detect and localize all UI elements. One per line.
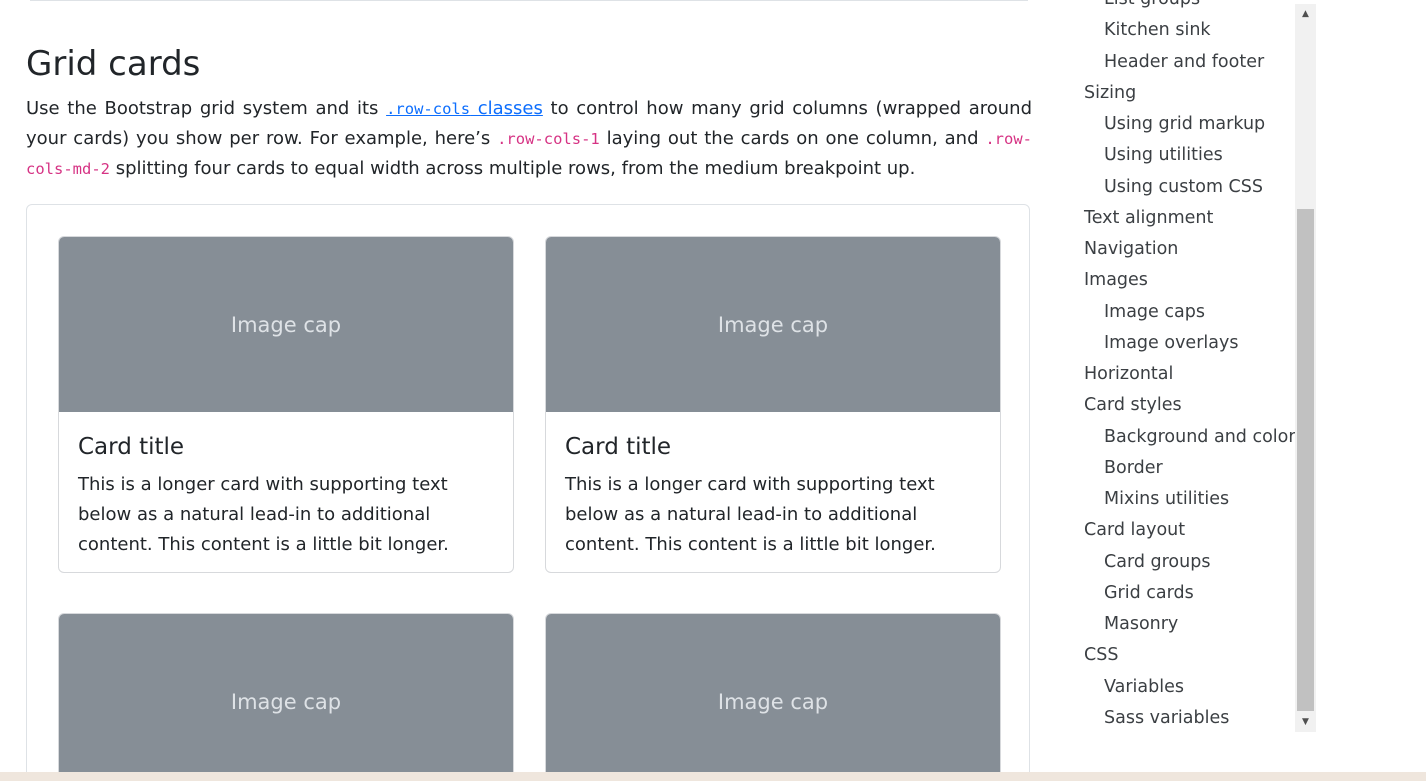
triangle-down-icon: ▼ xyxy=(1302,717,1309,727)
description-text: laying out the cards on one column, and xyxy=(599,128,986,149)
main-content: Grid cards Use the Bootstrap grid system… xyxy=(26,40,1032,184)
toc-item-using-utilities[interactable]: Using utilities xyxy=(1104,144,1223,166)
toc-item-using-grid-markup[interactable]: Using grid markup xyxy=(1104,113,1265,135)
toc-item-kitchen-sink[interactable]: Kitchen sink xyxy=(1104,19,1211,41)
image-cap: Image cap xyxy=(59,614,513,781)
example-box: Image cap Card title This is a longer ca… xyxy=(26,204,1030,781)
toc-item-css[interactable]: CSS xyxy=(1084,644,1118,666)
card: Image cap xyxy=(58,613,514,781)
image-cap: Image cap xyxy=(546,237,1000,412)
card-text: This is a longer card with supporting te… xyxy=(78,474,449,555)
docs-page: Grid cards Use the Bootstrap grid system… xyxy=(0,0,1426,781)
toc-item-mixins-utilities[interactable]: Mixins utilities xyxy=(1104,488,1229,510)
toc-item-grid-cards[interactable]: Grid cards xyxy=(1104,582,1194,604)
image-cap-label: Image cap xyxy=(717,312,829,337)
section-description: Use the Bootstrap grid system and its .r… xyxy=(26,94,1032,184)
toc-item-using-custom-css[interactable]: Using custom CSS xyxy=(1104,176,1263,198)
card-body: Card title This is a longer card with su… xyxy=(59,412,513,572)
toc-item-image-overlays[interactable]: Image overlays xyxy=(1104,332,1238,354)
row-cols-link-code: .row-cols xyxy=(386,100,471,118)
toc-item-sizing[interactable]: Sizing xyxy=(1084,82,1136,104)
image-cap-label: Image cap xyxy=(230,689,342,714)
toc-item-masonry[interactable]: Masonry xyxy=(1104,613,1178,635)
taskbar-edge xyxy=(0,772,1426,781)
toc-item-card-layout[interactable]: Card layout xyxy=(1084,519,1185,541)
card-text: This is a longer card with supporting te… xyxy=(565,474,936,555)
toc-item-list-groups[interactable]: List groups xyxy=(1104,0,1200,10)
scroll-up-button[interactable]: ▲ xyxy=(1295,4,1316,24)
toc-item-card-groups[interactable]: Card groups xyxy=(1104,551,1210,573)
image-cap: Image cap xyxy=(59,237,513,412)
top-divider xyxy=(30,0,1028,1)
row-cols-link[interactable]: .row-cols classes xyxy=(386,98,543,119)
toc-item-card-styles[interactable]: Card styles xyxy=(1084,394,1182,416)
row-cols-link-text: classes xyxy=(470,98,543,119)
triangle-up-icon: ▲ xyxy=(1302,9,1309,19)
toc-item-sass-variables[interactable]: Sass variables xyxy=(1104,707,1229,729)
card-title: Card title xyxy=(78,434,185,460)
card-title: Card title xyxy=(565,434,672,460)
toc-item-border[interactable]: Border xyxy=(1104,457,1163,479)
image-cap: Image cap xyxy=(546,614,1000,781)
toc-item-navigation[interactable]: Navigation xyxy=(1084,238,1178,260)
card: Image cap xyxy=(545,613,1001,781)
toc-item-variables[interactable]: Variables xyxy=(1104,676,1184,698)
scrollbar-thumb[interactable] xyxy=(1297,209,1314,711)
card: Image cap Card title This is a longer ca… xyxy=(545,236,1001,573)
card-body: Card title This is a longer card with su… xyxy=(546,412,1000,572)
scroll-down-button[interactable]: ▼ xyxy=(1295,712,1316,732)
page-title: Grid cards xyxy=(26,44,201,84)
description-text: Use the Bootstrap grid system and its xyxy=(26,98,387,119)
toc-item-image-caps[interactable]: Image caps xyxy=(1104,301,1205,323)
description-text: splitting four cards to equal width acro… xyxy=(110,158,916,179)
toc-item-header-and-footer[interactable]: Header and footer xyxy=(1104,51,1264,73)
image-cap-label: Image cap xyxy=(717,689,829,714)
inline-code: .row-cols-1 xyxy=(497,130,600,148)
toc-item-horizontal[interactable]: Horizontal xyxy=(1084,363,1173,385)
card: Image cap Card title This is a longer ca… xyxy=(58,236,514,573)
sidebar-scrollbar[interactable]: ▲ ▼ xyxy=(1295,4,1316,732)
toc-item-background-and-color[interactable]: Background and color xyxy=(1104,426,1296,448)
image-cap-label: Image cap xyxy=(230,312,342,337)
toc-item-images[interactable]: Images xyxy=(1084,269,1148,291)
toc-item-text-alignment[interactable]: Text alignment xyxy=(1084,207,1213,229)
